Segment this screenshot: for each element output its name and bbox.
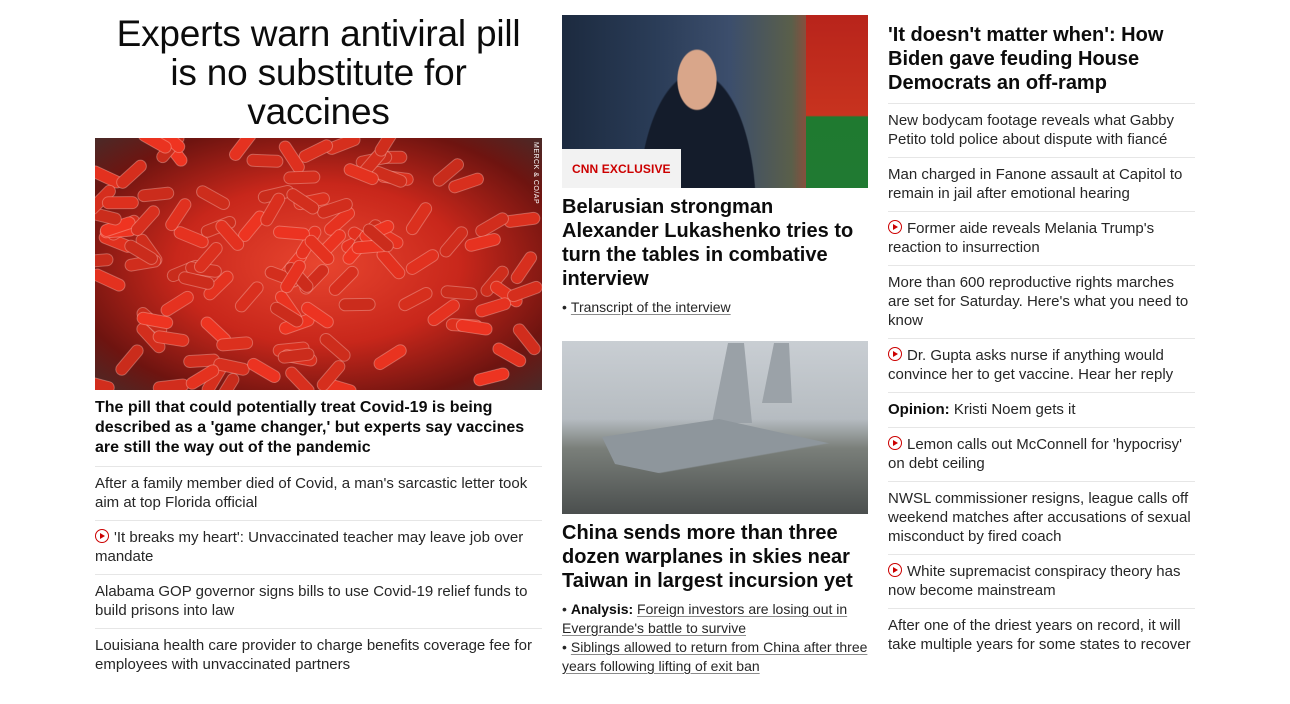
capsule-shape: [246, 153, 284, 168]
list-item[interactable]: Opinion: Kristi Noem gets it: [888, 393, 1195, 428]
list-item[interactable]: Man charged in Fanone assault at Capitol…: [888, 158, 1195, 212]
capsule-shape: [475, 297, 512, 318]
related-links: • Transcript of the interview: [562, 298, 868, 317]
exclusive-badge: CNN EXCLUSIVE: [562, 149, 681, 188]
capsule-shape: [160, 290, 194, 317]
lead-list: After a family member died of Covid, a m…: [95, 467, 542, 682]
capsule-shape: [440, 285, 478, 301]
capsule-shape: [247, 357, 281, 384]
lukashenko-headline[interactable]: Belarusian strongman Alexander Lukashenk…: [562, 195, 868, 291]
related-link[interactable]: • Analysis: Foreign investors are losing …: [562, 600, 868, 638]
capsule-shape: [283, 170, 321, 185]
capsule-shape: [137, 186, 175, 203]
play-video-icon: [888, 563, 902, 577]
capsule-shape: [455, 319, 493, 336]
opinion-kicker: Opinion:: [888, 401, 950, 418]
list-item[interactable]: Lemon calls out McConnell for 'hypocrisy…: [888, 428, 1195, 482]
list-item[interactable]: More than 600 reproductive rights marche…: [888, 266, 1195, 339]
capsule-shape: [398, 286, 433, 312]
warplane-image[interactable]: [562, 341, 868, 514]
lukashenko-image[interactable]: CNN EXCLUSIVE: [562, 15, 868, 188]
jet-tail-fin: [762, 343, 792, 403]
list-item[interactable]: Former aide reveals Melania Trump's reac…: [888, 212, 1195, 266]
related-link[interactable]: • Siblings allowed to return from China a…: [562, 638, 868, 676]
play-video-icon: [888, 347, 902, 361]
flag-background: [806, 15, 868, 188]
play-video-icon: [888, 220, 902, 234]
capsule-shape: [503, 211, 541, 228]
lead-headline[interactable]: Experts warn antiviral pill is no substi…: [95, 14, 542, 131]
capsule-shape: [95, 268, 126, 292]
capsule-shape: [234, 281, 264, 313]
capsule-shape: [298, 139, 334, 163]
jet-tail-fin: [712, 343, 752, 423]
capsule-shape: [405, 202, 433, 236]
capsule-shape: [405, 249, 440, 275]
capsule-shape: [439, 226, 469, 258]
pills-illustration: [95, 138, 542, 390]
capsule-shape: [95, 253, 114, 269]
right-list: New bodycam footage reveals what Gabby P…: [888, 104, 1195, 662]
capsule-shape: [196, 185, 231, 210]
list-item[interactable]: After a family member died of Covid, a m…: [95, 467, 542, 521]
capsule-shape: [216, 336, 254, 352]
play-video-icon: [95, 529, 109, 543]
related-link[interactable]: • Transcript of the interview: [562, 298, 868, 317]
warplanes-headline[interactable]: China sends more than three dozen warpla…: [562, 521, 868, 593]
capsule-shape: [473, 367, 510, 387]
list-item[interactable]: Louisiana health care provider to charge…: [95, 629, 542, 682]
lead-image[interactable]: MERCK & CO/AP: [95, 138, 542, 390]
lead-column: Experts warn antiviral pill is no substi…: [95, 0, 542, 682]
capsule-shape: [273, 225, 310, 241]
capsule-shape: [116, 159, 147, 189]
capsule-shape: [285, 366, 315, 390]
capsule-shape: [115, 344, 144, 376]
capsule-shape: [492, 342, 527, 368]
list-item[interactable]: Alabama GOP governor signs bills to use …: [95, 575, 542, 629]
image-credit: MERCK & CO/AP: [532, 142, 539, 205]
related-links: • Analysis: Foreign investors are losing …: [562, 600, 868, 676]
capsule-shape: [373, 344, 407, 371]
middle-column: CNN EXCLUSIVE Belarusian strongman Alexa…: [562, 0, 868, 676]
capsule-shape: [510, 251, 538, 285]
capsule-shape: [338, 297, 376, 312]
capsule-shape: [101, 196, 139, 210]
capsule-shape: [152, 378, 190, 390]
list-item[interactable]: Dr. Gupta asks nurse if anything would c…: [888, 339, 1195, 393]
capsule-shape: [328, 265, 359, 296]
play-video-icon: [888, 436, 902, 450]
list-item[interactable]: White supremacist conspiracy theory has …: [888, 555, 1195, 609]
capsule-shape: [507, 280, 542, 303]
list-item[interactable]: 'It breaks my heart': Unvaccinated teach…: [95, 521, 542, 575]
list-item[interactable]: NWSL commissioner resigns, league calls …: [888, 482, 1195, 555]
right-column: 'It doesn't matter when': How Biden gave…: [888, 0, 1195, 662]
capsule-shape: [319, 332, 351, 362]
lead-subtitle[interactable]: The pill that could potentially treat Co…: [95, 398, 542, 467]
right-headline[interactable]: 'It doesn't matter when': How Biden gave…: [888, 23, 1195, 104]
capsule-shape: [95, 375, 115, 390]
list-item[interactable]: After one of the driest years on record,…: [888, 609, 1195, 662]
list-item[interactable]: New bodycam footage reveals what Gabby P…: [888, 104, 1195, 158]
